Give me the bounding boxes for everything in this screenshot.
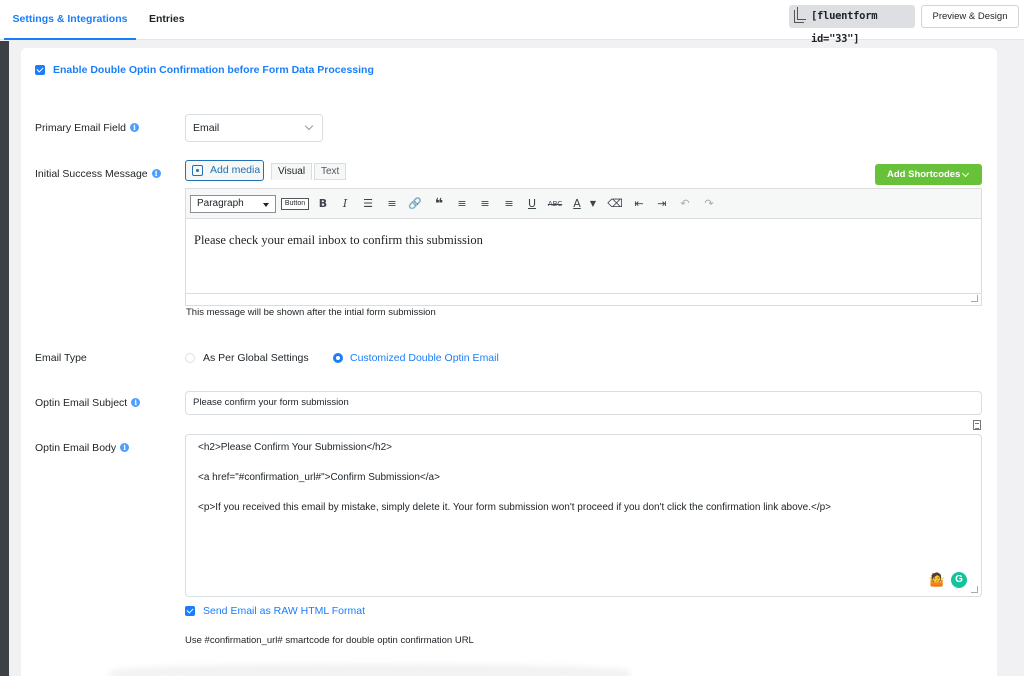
radio-global-settings-label[interactable]: As Per Global Settings [203,352,309,364]
email-body-textarea[interactable]: <h2>Please Confirm Your Submission</h2> … [185,434,982,597]
chevron-down-icon [304,121,314,131]
body-label: Optin Email Body i [35,442,130,454]
raw-html-label[interactable]: Send Email as RAW HTML Format [203,605,365,617]
link-icon[interactable]: 🔗 [407,196,423,212]
enable-double-optin-checkbox[interactable] [35,65,45,75]
copy-icon [794,7,806,23]
raw-html-checkbox[interactable] [185,606,195,616]
redo-icon[interactable]: ↷ [701,196,717,212]
radio-global-settings[interactable] [185,353,195,363]
resize-handle-icon[interactable] [971,586,978,593]
text-color-icon[interactable]: A [569,196,585,212]
editor-toolbar: Paragraph Button B I ☰ ≡ 🔗 ❝ ≡ ≡ ≡ U ABC… [186,189,981,219]
primary-email-select[interactable]: Email [185,114,323,142]
body-line: <h2>Please Confirm Your Submission</h2> [198,442,393,453]
outdent-icon[interactable]: ⇤ [631,196,647,212]
strikethrough-icon[interactable]: ABC [547,196,563,212]
tab-settings-integrations[interactable]: Settings & Integrations [4,0,136,40]
primary-email-label: Primary Email Field i [35,122,140,134]
resize-handle-icon[interactable] [971,295,978,302]
media-icon [192,165,203,176]
info-icon[interactable]: i [151,169,161,178]
tab-text[interactable]: Text [314,163,347,180]
body-line: <p>If you received this email by mistake… [198,502,832,513]
preview-design-button[interactable]: Preview & Design [921,5,1019,28]
document-icon[interactable] [973,420,981,430]
initial-message-label: Initial Success Message i [35,168,161,180]
grammarly-icon[interactable]: G [951,572,967,588]
align-left-icon[interactable]: ≡ [454,196,470,212]
underline-icon[interactable]: U [524,196,540,212]
settings-card: Enable Double Optin Confirmation before … [21,48,997,676]
body-line: <a href="#confirmation_url#">Confirm Sub… [198,472,440,483]
bullet-list-icon[interactable]: ☰ [360,196,376,212]
clear-format-icon[interactable]: ⌫ [607,196,623,212]
info-icon[interactable]: i [130,123,140,132]
blockquote-icon[interactable]: ❝ [431,196,447,212]
admin-sidebar-edge [0,41,9,676]
add-media-button[interactable]: Add media [185,160,264,181]
align-right-icon[interactable]: ≡ [501,196,517,212]
bold-icon[interactable]: B [315,196,331,212]
shortcode-text: [fluentform id="33"] [811,10,878,45]
shortcode-copy-button[interactable]: [fluentform id="33"] [789,5,915,45]
enable-double-optin-label[interactable]: Enable Double Optin Confirmation before … [53,64,374,76]
indent-icon[interactable]: ⇥ [654,196,670,212]
editor-statusbar [186,293,981,305]
rich-text-editor: Paragraph Button B I ☰ ≡ 🔗 ❝ ≡ ≡ ≡ U ABC… [185,188,982,306]
initial-message-hint: This message will be shown after the int… [186,307,436,318]
button-insert[interactable]: Button [281,198,309,210]
undo-icon[interactable]: ↶ [677,196,693,212]
bottom-shadow [110,664,630,676]
info-icon[interactable]: i [120,443,130,452]
italic-icon[interactable]: I [337,196,353,212]
subject-label: Optin Email Subject i [35,397,141,409]
add-shortcodes-button[interactable]: Add Shortcodes [875,164,982,185]
subject-input[interactable]: Please confirm your form submission [185,391,982,415]
chevron-down-icon [961,169,970,178]
tab-entries[interactable]: Entries [149,0,185,40]
info-icon[interactable]: i [131,398,141,407]
align-center-icon[interactable]: ≡ [477,196,493,212]
format-select[interactable]: Paragraph [190,195,276,213]
chevron-down-icon[interactable]: ▼ [585,196,601,212]
radio-customized-email-label[interactable]: Customized Double Optin Email [350,352,499,364]
tab-visual[interactable]: Visual [271,163,313,180]
editor-content[interactable]: Please check your email inbox to confirm… [194,233,483,248]
radio-customized-email[interactable] [333,353,343,363]
confirmation-url-hint: Use #confirmation_url# smartcode for dou… [185,635,474,646]
email-type-label: Email Type [35,352,87,364]
numbered-list-icon[interactable]: ≡ [384,196,400,212]
emoji-icon[interactable]: 🤷 [929,573,945,587]
top-nav-bar: Settings & Integrations Entries [fluentf… [0,0,1024,45]
